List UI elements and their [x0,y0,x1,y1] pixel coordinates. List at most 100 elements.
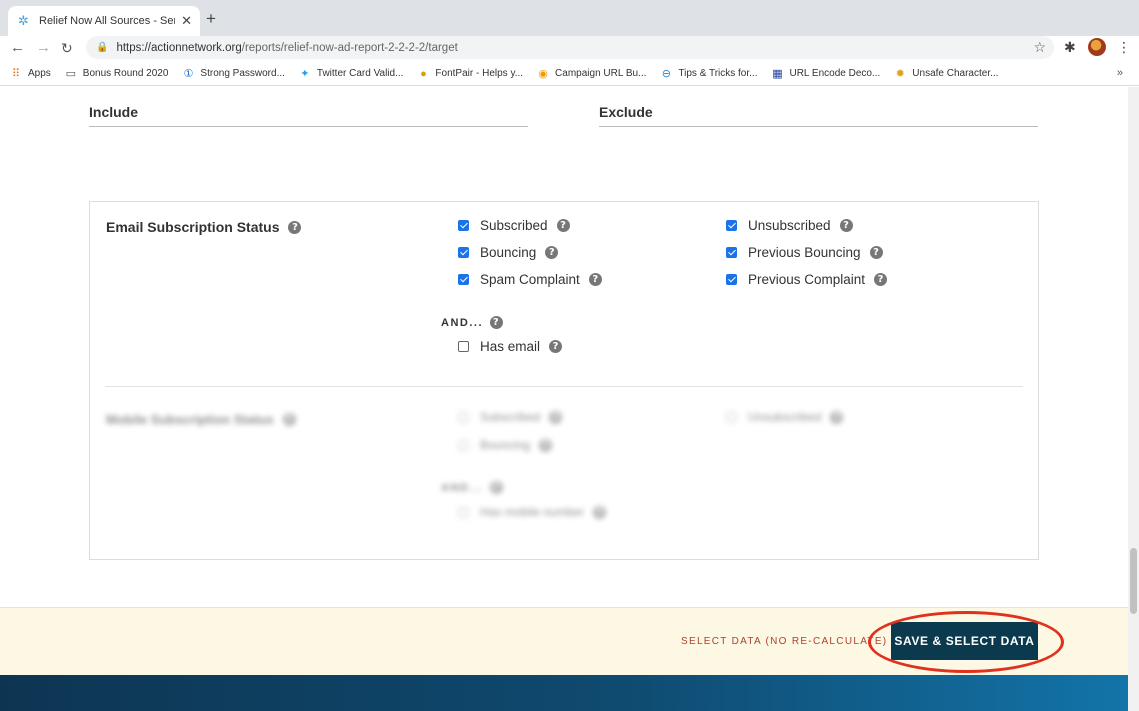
bookmark-label: Strong Password... [200,68,285,79]
email-option-previous-complaint[interactable]: Previous Complaint ? [726,272,888,287]
forward-icon[interactable]: → [36,38,51,58]
email-status-title: Email Subscription Status ? [106,219,302,235]
url-path: /reports/relief-now-ad-report-2-2-2-2/ta… [241,41,458,54]
option-label: Spam Complaint [480,272,580,287]
lock-icon: 🔒 [96,42,109,53]
bookmark-label: Twitter Card Valid... [316,68,404,79]
option-label: Previous Bouncing [748,245,861,260]
bookmark-label: Apps [28,68,51,79]
mobile-option-unsubscribed[interactable]: Unsubscribed ? [726,410,844,424]
help-icon[interactable]: ? [288,220,302,234]
radio[interactable] [458,439,469,451]
help-icon[interactable]: ? [549,410,563,424]
help-icon[interactable]: ? [545,246,559,259]
mobile-option-subscribed[interactable]: Subscribed ? [458,410,563,424]
checkbox[interactable] [458,247,469,258]
exclude-heading: Exclude [599,104,1038,127]
bookmark-tips-tricks[interactable]: ⊖ Tips & Tricks for... [660,67,758,80]
checkbox[interactable] [458,274,469,285]
email-option-subscribed[interactable]: Subscribed ? [458,218,570,233]
option-label: Unsubscribed [748,410,822,424]
help-icon[interactable]: ? [556,219,570,232]
bookmark-label: Unsafe Character... [912,68,999,79]
unsafe-char-icon: ✹ [895,67,905,80]
radio[interactable] [458,411,469,423]
help-icon[interactable]: ? [839,219,853,232]
twitter-icon: ✦ [300,67,310,80]
email-option-spam-complaint[interactable]: Spam Complaint ? [458,272,602,287]
save-and-select-data-button[interactable]: SAVE & SELECT DATA [891,622,1038,660]
include-heading: Include [89,104,528,127]
checkbox[interactable] [726,220,737,231]
help-icon[interactable]: ? [869,246,883,259]
bookmark-unsafe-character[interactable]: ✹ Unsafe Character... [894,67,999,80]
bookmark-label: Campaign URL Bu... [555,68,647,79]
tab-close-icon[interactable]: ✕ [181,13,192,29]
url-domain: https://actionnetwork.org [116,41,242,54]
help-icon[interactable]: ? [490,481,503,494]
bookmark-apps[interactable]: ⠿ Apps [10,68,51,80]
option-label: Bouncing [480,438,531,452]
help-icon[interactable]: ? [588,273,602,286]
analytics-icon: ◉ [538,67,548,80]
url-encode-icon: ▦ [772,67,783,80]
help-icon[interactable]: ? [593,505,607,519]
bookmark-campaign-url[interactable]: ◉ Campaign URL Bu... [537,68,646,80]
mobile-option-has-mobile[interactable]: Has mobile number ? [458,505,607,519]
and-label-text: AND... [441,481,483,494]
mobile-status-title: Mobile Subscription Status ? [106,412,296,427]
checkbox[interactable] [726,247,737,258]
scrollbar-thumb[interactable] [1130,548,1137,614]
email-status-title-text: Email Subscription Status [106,219,280,235]
profile-avatar[interactable] [1088,38,1106,56]
bookmarks-bar: ⠿ Apps ▭ Bonus Round 2020 ① Strong Password… [0,62,1139,86]
site-favicon-icon: ✲ [18,13,29,28]
address-bar[interactable]: 🔒 https://actionnetwork.org/reports/reli… [86,36,1054,59]
reload-icon[interactable]: ↻ [61,38,73,58]
tab-title: Relief Now All Sources - Sent t [39,15,176,27]
bookmark-strong-password[interactable]: ① Strong Password... [182,68,284,80]
radio[interactable] [458,506,469,518]
bookmark-label: URL Encode Deco... [789,68,881,79]
apps-grid-icon: ⠿ [11,67,21,80]
new-tab-icon[interactable]: + [206,10,216,28]
option-label: Subscribed [480,218,548,233]
email-option-has-email[interactable]: Has email ? [458,339,563,354]
option-label: Has mobile number [480,505,585,519]
email-option-bouncing[interactable]: Bouncing ? [458,245,559,260]
checkbox[interactable] [458,220,469,231]
browser-toolbar: ← → ↻ 🔒 https://actionnetwork.org/report… [0,36,1139,60]
option-label: Bouncing [480,245,537,260]
browser-tab[interactable]: ✲ Relief Now All Sources - Sent t ✕ [8,6,200,36]
option-label: Subscribed [480,410,541,424]
extensions-puzzle-icon[interactable]: ✱ [1064,39,1076,56]
help-icon[interactable]: ? [282,413,296,426]
bookmark-bonus-round[interactable]: ▭ Bonus Round 2020 [65,68,169,80]
checkbox[interactable] [458,341,469,352]
folder-icon: ▭ [65,67,76,80]
scrollbar-track[interactable] [1128,87,1139,711]
checkbox[interactable] [726,274,737,285]
back-icon[interactable]: ← [10,38,25,58]
url-text: https://actionnetwork.org/reports/relief… [116,42,457,54]
bookmark-fontpair[interactable]: ● FontPair - Helps y... [417,68,523,80]
radio[interactable] [726,411,737,423]
email-option-previous-bouncing[interactable]: Previous Bouncing ? [726,245,883,260]
tips-icon: ⊖ [661,67,671,80]
help-icon[interactable]: ? [874,273,888,286]
bookmark-star-icon[interactable]: ☆ [1033,39,1046,56]
email-option-unsubscribed[interactable]: Unsubscribed ? [726,218,853,233]
help-icon[interactable]: ? [490,316,503,329]
bookmark-twitter-card[interactable]: ✦ Twitter Card Valid... [299,67,404,80]
help-icon[interactable]: ? [539,438,553,452]
select-data-link[interactable]: SELECT DATA (NO RE-CALCULATE) [681,636,887,647]
page-footer-band [0,675,1128,711]
section-divider [105,386,1023,387]
bookmark-url-encode[interactable]: ▦ URL Encode Deco... [771,68,880,80]
browser-menu-icon[interactable]: ⋮ [1117,39,1131,56]
help-icon[interactable]: ? [830,410,844,424]
help-icon[interactable]: ? [549,340,563,353]
bookmarks-overflow-icon[interactable]: » [1117,67,1123,79]
mobile-option-bouncing[interactable]: Bouncing ? [458,438,553,452]
option-label: Unsubscribed [748,218,831,233]
